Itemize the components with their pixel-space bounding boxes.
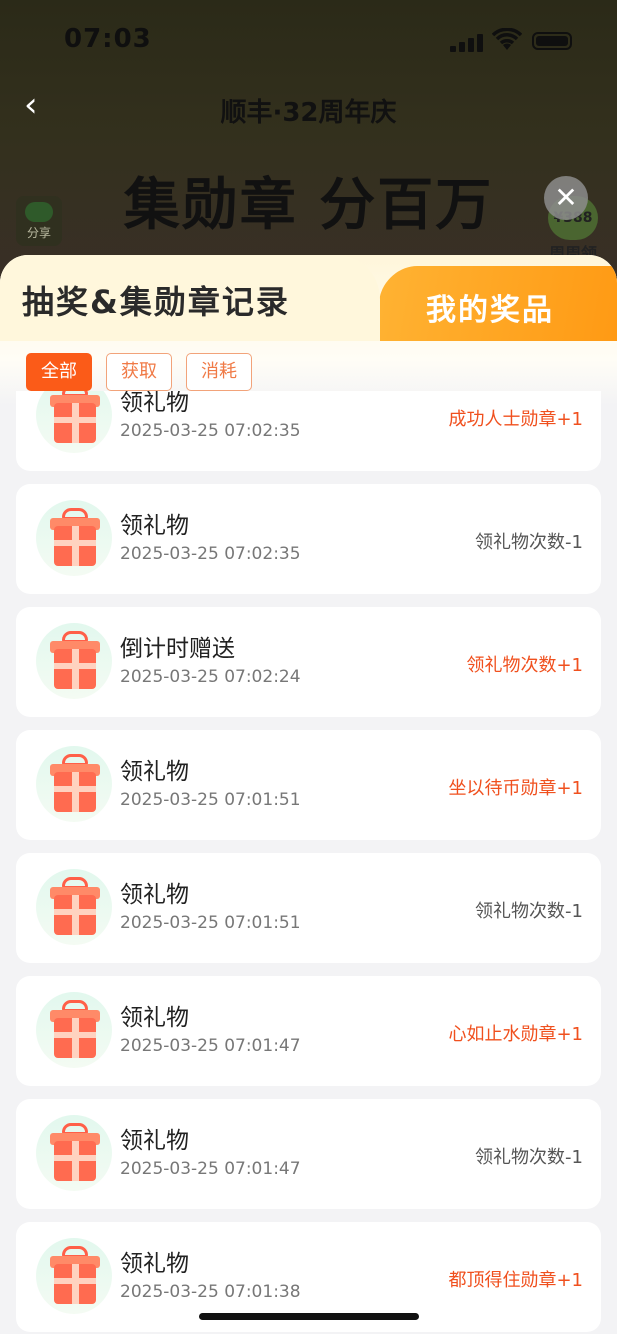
record-value: 领礼物次数-1 xyxy=(475,532,583,553)
record-value: 领礼物次数+1 xyxy=(466,655,583,676)
gift-icon xyxy=(36,869,112,945)
gift-icon xyxy=(36,623,112,699)
page-title: 顺丰·32周年庆 xyxy=(220,98,397,128)
tab-records[interactable]: 抽奖&集勋章记录 xyxy=(22,277,290,323)
record-time: 2025-03-25 07:02:35 xyxy=(120,421,301,441)
record-card: 倒计时赠送 2025-03-25 07:02:24 领礼物次数+1 xyxy=(16,607,601,717)
record-title: 领礼物 xyxy=(120,1251,189,1277)
filter-spent[interactable]: 消耗 xyxy=(186,353,252,391)
record-value: 领礼物次数-1 xyxy=(475,1147,583,1168)
record-title: 领礼物 xyxy=(120,1128,189,1154)
record-card: 领礼物 2025-03-25 07:01:51 坐以待币勋章+1 xyxy=(16,730,601,840)
record-time: 2025-03-25 07:02:24 xyxy=(120,667,301,687)
record-title: 领礼物 xyxy=(120,1005,189,1031)
record-card: 领礼物 2025-03-25 07:01:47 领礼物次数-1 xyxy=(16,1099,601,1209)
share-label: 分享 xyxy=(26,226,51,240)
gift-box xyxy=(54,772,96,812)
record-title: 领礼物 xyxy=(120,759,189,785)
status-time: 07:03 xyxy=(64,24,152,54)
record-title: 领礼物 xyxy=(120,882,189,908)
home-indicator xyxy=(199,1313,419,1320)
gift-box xyxy=(54,1141,96,1181)
record-title: 领礼物 xyxy=(120,513,189,539)
records-sheet: 抽奖&集勋章记录 我的奖品 全部 获取 消耗 领礼物 2025-03-25 07:… xyxy=(0,255,617,1334)
record-card: 领礼物 2025-03-25 07:01:51 领礼物次数-1 xyxy=(16,853,601,963)
wifi-icon xyxy=(492,28,522,50)
gift-icon xyxy=(36,992,112,1068)
close-icon[interactable]: ✕ xyxy=(544,176,588,220)
status-bar: 07:03 xyxy=(0,0,617,80)
record-card: 领礼物 2025-03-25 07:02:35 成功人士勋章+1 xyxy=(16,391,601,471)
record-value: 成功人士勋章+1 xyxy=(448,409,583,430)
gift-icon xyxy=(36,500,112,576)
share-button[interactable]: 分享 xyxy=(16,196,62,246)
record-card: 领礼物 2025-03-25 07:02:35 领礼物次数-1 xyxy=(16,484,601,594)
gift-icon xyxy=(36,1238,112,1314)
record-time: 2025-03-25 07:01:51 xyxy=(120,913,301,933)
filter-bar: 全部 获取 消耗 xyxy=(26,353,252,391)
gift-box xyxy=(54,1264,96,1304)
record-time: 2025-03-25 07:01:47 xyxy=(120,1159,301,1179)
gift-icon xyxy=(36,1115,112,1191)
record-value: 坐以待币勋章+1 xyxy=(448,778,583,799)
battery-icon xyxy=(532,32,572,50)
record-time: 2025-03-25 07:01:38 xyxy=(120,1282,301,1302)
gift-icon xyxy=(36,746,112,822)
record-time: 2025-03-25 07:01:47 xyxy=(120,1036,301,1056)
gift-box xyxy=(54,649,96,689)
record-value: 都顶得住勋章+1 xyxy=(448,1270,583,1291)
gift-box xyxy=(54,895,96,935)
tab-my-prizes[interactable]: 我的奖品 xyxy=(426,285,554,329)
banner-heading: 集勋章 分百万 xyxy=(123,173,494,238)
gift-box xyxy=(54,526,96,566)
record-value: 心如止水勋章+1 xyxy=(448,1024,583,1045)
record-time: 2025-03-25 07:02:35 xyxy=(120,544,301,564)
record-list[interactable]: 领礼物 2025-03-25 07:02:35 成功人士勋章+1 领礼物 2025-03… xyxy=(16,391,601,1334)
filter-earned[interactable]: 获取 xyxy=(106,353,172,391)
record-card: 领礼物 2025-03-25 07:01:47 心如止水勋章+1 xyxy=(16,976,601,1086)
gift-box xyxy=(54,1018,96,1058)
signal-icon xyxy=(450,32,484,52)
record-time: 2025-03-25 07:01:51 xyxy=(120,790,301,810)
record-value: 领礼物次数-1 xyxy=(475,901,583,922)
gift-box xyxy=(54,403,96,443)
filter-all[interactable]: 全部 xyxy=(26,353,92,391)
wechat-icon xyxy=(25,202,53,222)
record-title: 倒计时赠送 xyxy=(120,636,235,662)
gift-icon xyxy=(36,391,112,453)
record-title: 领礼物 xyxy=(120,391,189,416)
